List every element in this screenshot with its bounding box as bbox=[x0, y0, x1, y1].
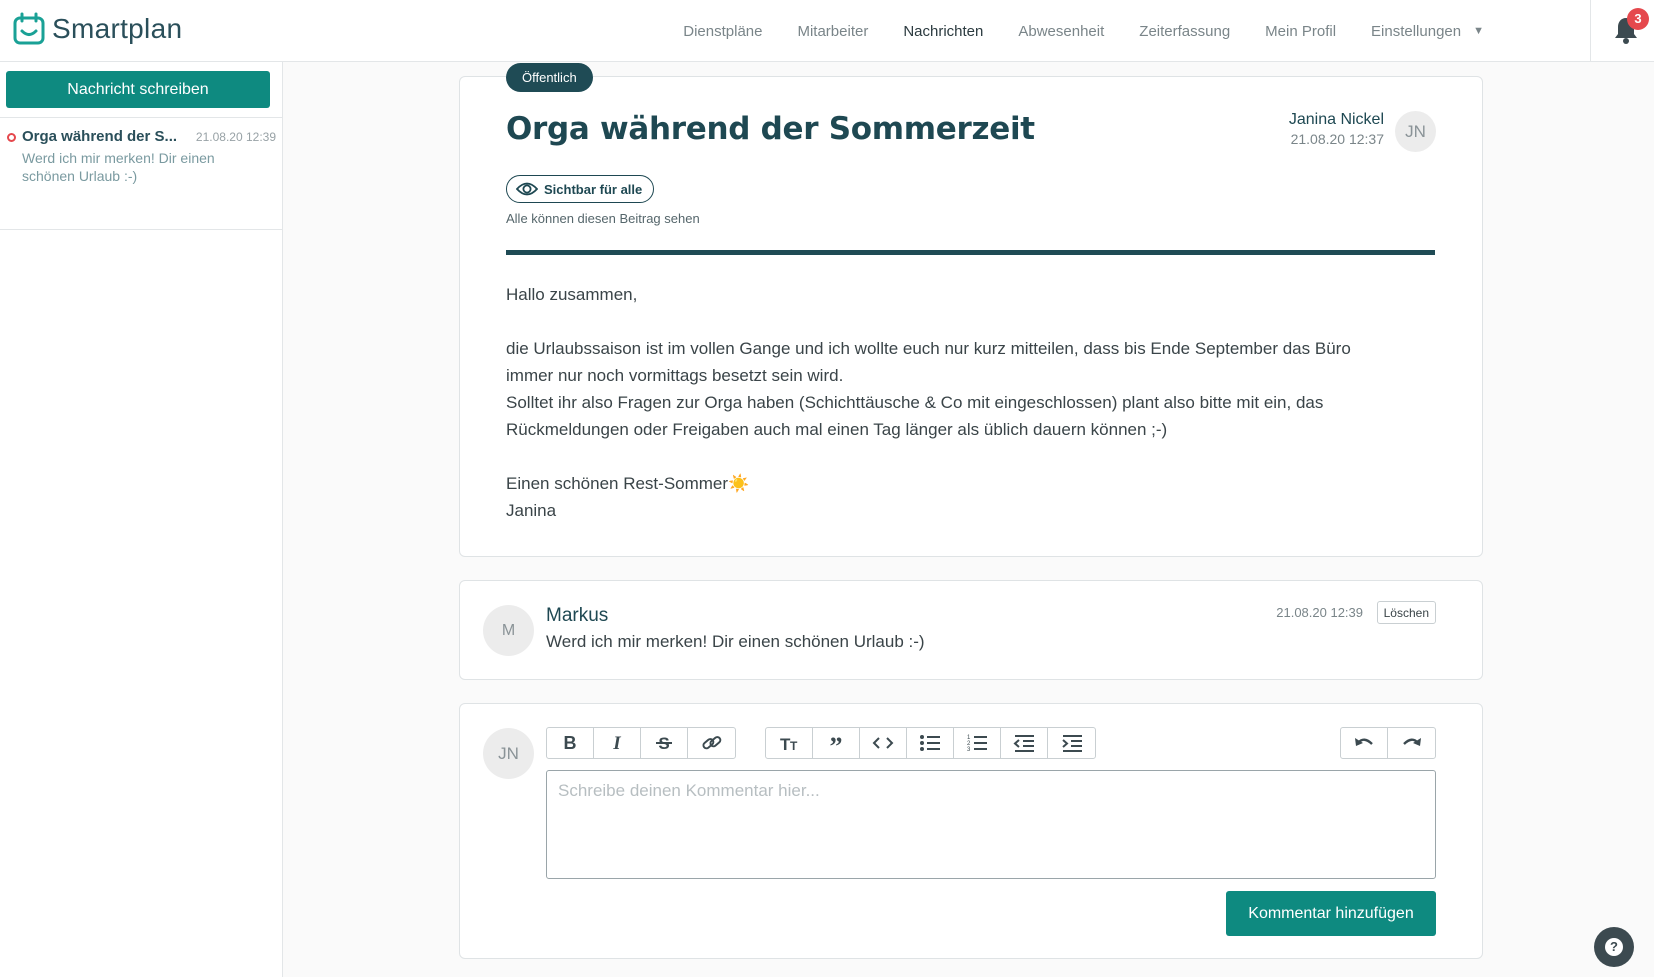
bullet-list-icon bbox=[920, 735, 940, 751]
svg-text:B: B bbox=[564, 733, 577, 753]
message-sidebar: Nachricht schreiben Orga während der S..… bbox=[0, 62, 283, 977]
post-title: Orga während der Sommerzeit bbox=[506, 111, 1035, 147]
body-signature: Janina bbox=[506, 501, 557, 520]
help-button[interactable]: ? bbox=[1594, 927, 1634, 967]
comment-text: Werd ich mir merken! Dir einen schönen U… bbox=[546, 632, 925, 651]
delete-comment-button[interactable]: Löschen bbox=[1376, 601, 1436, 624]
title-divider bbox=[506, 250, 1435, 255]
svg-text:I: I bbox=[612, 733, 621, 753]
code-button[interactable] bbox=[860, 728, 907, 758]
italic-button[interactable]: I bbox=[594, 728, 641, 758]
logo[interactable]: Smartplan bbox=[12, 12, 182, 46]
post-body: Hallo zusammen, die Urlaubssaison ist im… bbox=[506, 281, 1436, 524]
indent-icon bbox=[1061, 735, 1082, 752]
outdent-icon bbox=[1013, 735, 1034, 752]
compose-message-button[interactable]: Nachricht schreiben bbox=[6, 71, 270, 108]
list-item[interactable]: Orga während der S... 21.08.20 12:39 Wer… bbox=[0, 118, 282, 230]
svg-text:T: T bbox=[790, 739, 798, 753]
quote-button[interactable]: ” bbox=[813, 728, 860, 758]
settings-label: Einstellungen bbox=[1371, 22, 1462, 40]
comment-timestamp: 21.08.20 12:39 bbox=[1276, 605, 1363, 620]
nav-item-zeiterfassung[interactable]: Zeiterfassung bbox=[1139, 23, 1230, 40]
unread-indicator-icon bbox=[7, 133, 16, 142]
author-name: Janina Nickel bbox=[1288, 111, 1384, 128]
nav-item-mitarbeiter[interactable]: Mitarbeiter bbox=[797, 23, 868, 40]
link-icon bbox=[701, 736, 721, 750]
body-line: immer nur noch vormittags besetzt sein w… bbox=[506, 366, 844, 385]
message-preview: Werd ich mir merken! Dir einen schönen U… bbox=[22, 150, 215, 184]
heading-button[interactable]: TT bbox=[766, 728, 813, 758]
avatar: JN bbox=[483, 728, 534, 779]
body-line: die Urlaubssaison ist im vollen Gange un… bbox=[506, 339, 1351, 358]
outdent-button[interactable] bbox=[1001, 728, 1048, 758]
message-title: Orga während der S... bbox=[22, 128, 178, 145]
nav-item-einstellungen[interactable]: Einstellungen ▼ bbox=[1371, 23, 1484, 40]
nav-item-dienstplaene[interactable]: Dienstpläne bbox=[683, 23, 762, 40]
block-toolbar: TT ” 123 bbox=[765, 727, 1096, 759]
indent-button[interactable] bbox=[1048, 728, 1095, 758]
visibility-label: Sichtbar für alle bbox=[544, 181, 643, 197]
code-icon bbox=[872, 737, 894, 749]
nav-item-mein-profil[interactable]: Mein Profil bbox=[1265, 23, 1336, 40]
undo-button[interactable] bbox=[1341, 728, 1388, 758]
redo-icon bbox=[1402, 738, 1421, 746]
comment-card: M Markus Werd ich mir merken! Dir einen … bbox=[459, 580, 1483, 680]
brand-name: Smartplan bbox=[52, 13, 183, 44]
body-line: Solltet ihr also Fragen zur Orga haben (… bbox=[506, 393, 1324, 412]
svg-text:”: ” bbox=[830, 733, 843, 753]
chevron-down-icon: ▼ bbox=[1473, 25, 1484, 37]
add-comment-button[interactable]: Kommentar hinzufügen bbox=[1226, 891, 1436, 936]
comment-input[interactable] bbox=[546, 770, 1436, 879]
notifications-button[interactable]: 3 bbox=[1590, 0, 1654, 62]
notification-count-badge: 3 bbox=[1627, 8, 1649, 30]
body-line: Rückmeldungen oder Freigaben auch mal ei… bbox=[506, 420, 1168, 439]
link-button[interactable] bbox=[688, 728, 735, 758]
history-toolbar bbox=[1340, 727, 1436, 759]
avatar: M bbox=[483, 605, 534, 656]
undo-icon bbox=[1355, 738, 1373, 746]
bullet-list-button[interactable] bbox=[907, 728, 954, 758]
strikethrough-icon: S bbox=[656, 734, 672, 753]
body-greeting: Hallo zusammen, bbox=[506, 285, 638, 304]
eye-icon bbox=[516, 182, 538, 196]
main-nav: Dienstpläne Mitarbeiter Nachrichten Abwe… bbox=[648, 0, 1484, 62]
nav-item-nachrichten[interactable]: Nachrichten bbox=[903, 23, 983, 40]
numbered-list-icon: 123 bbox=[967, 735, 987, 753]
quote-icon: ” bbox=[830, 733, 843, 753]
post-timestamp: 21.08.20 12:37 bbox=[1290, 131, 1384, 147]
format-toolbar: B I S bbox=[546, 727, 736, 759]
visibility-note: Alle können diesen Beitrag sehen bbox=[506, 211, 700, 226]
calendar-smile-icon bbox=[13, 12, 45, 45]
message-list: Orga während der S... 21.08.20 12:39 Wer… bbox=[0, 117, 282, 230]
help-icon: ? bbox=[1605, 938, 1623, 956]
message-time: 21.08.20 12:39 bbox=[195, 130, 276, 144]
heading-icon: TT bbox=[780, 735, 798, 753]
redo-button[interactable] bbox=[1388, 728, 1435, 758]
post-author-info: Janina Nickel 21.08.20 12:37 bbox=[1289, 111, 1384, 147]
svg-text:3: 3 bbox=[967, 747, 971, 753]
comment-editor-card: JN B I S TT ” 123 bbox=[459, 703, 1483, 959]
post-card: Öffentlich Orga während der Sommerzeit J… bbox=[459, 63, 1483, 557]
avatar: JN bbox=[1395, 111, 1436, 152]
top-navigation-bar: Smartplan Dienstpläne Mitarbeiter Nachri… bbox=[0, 0, 1654, 62]
comment-author: Markus bbox=[546, 605, 609, 626]
nav-item-abwesenheit[interactable]: Abwesenheit bbox=[1018, 23, 1104, 40]
bold-button[interactable]: B bbox=[547, 728, 594, 758]
strikethrough-button[interactable]: S bbox=[641, 728, 688, 758]
body-closing: Einen schönen Rest-Sommer☀️ bbox=[506, 474, 750, 493]
italic-icon: I bbox=[612, 733, 621, 753]
bold-icon: B bbox=[564, 733, 577, 753]
numbered-list-button[interactable]: 123 bbox=[954, 728, 1001, 758]
visibility-button[interactable]: Sichtbar für alle bbox=[506, 175, 655, 203]
public-badge: Öffentlich bbox=[506, 63, 593, 92]
